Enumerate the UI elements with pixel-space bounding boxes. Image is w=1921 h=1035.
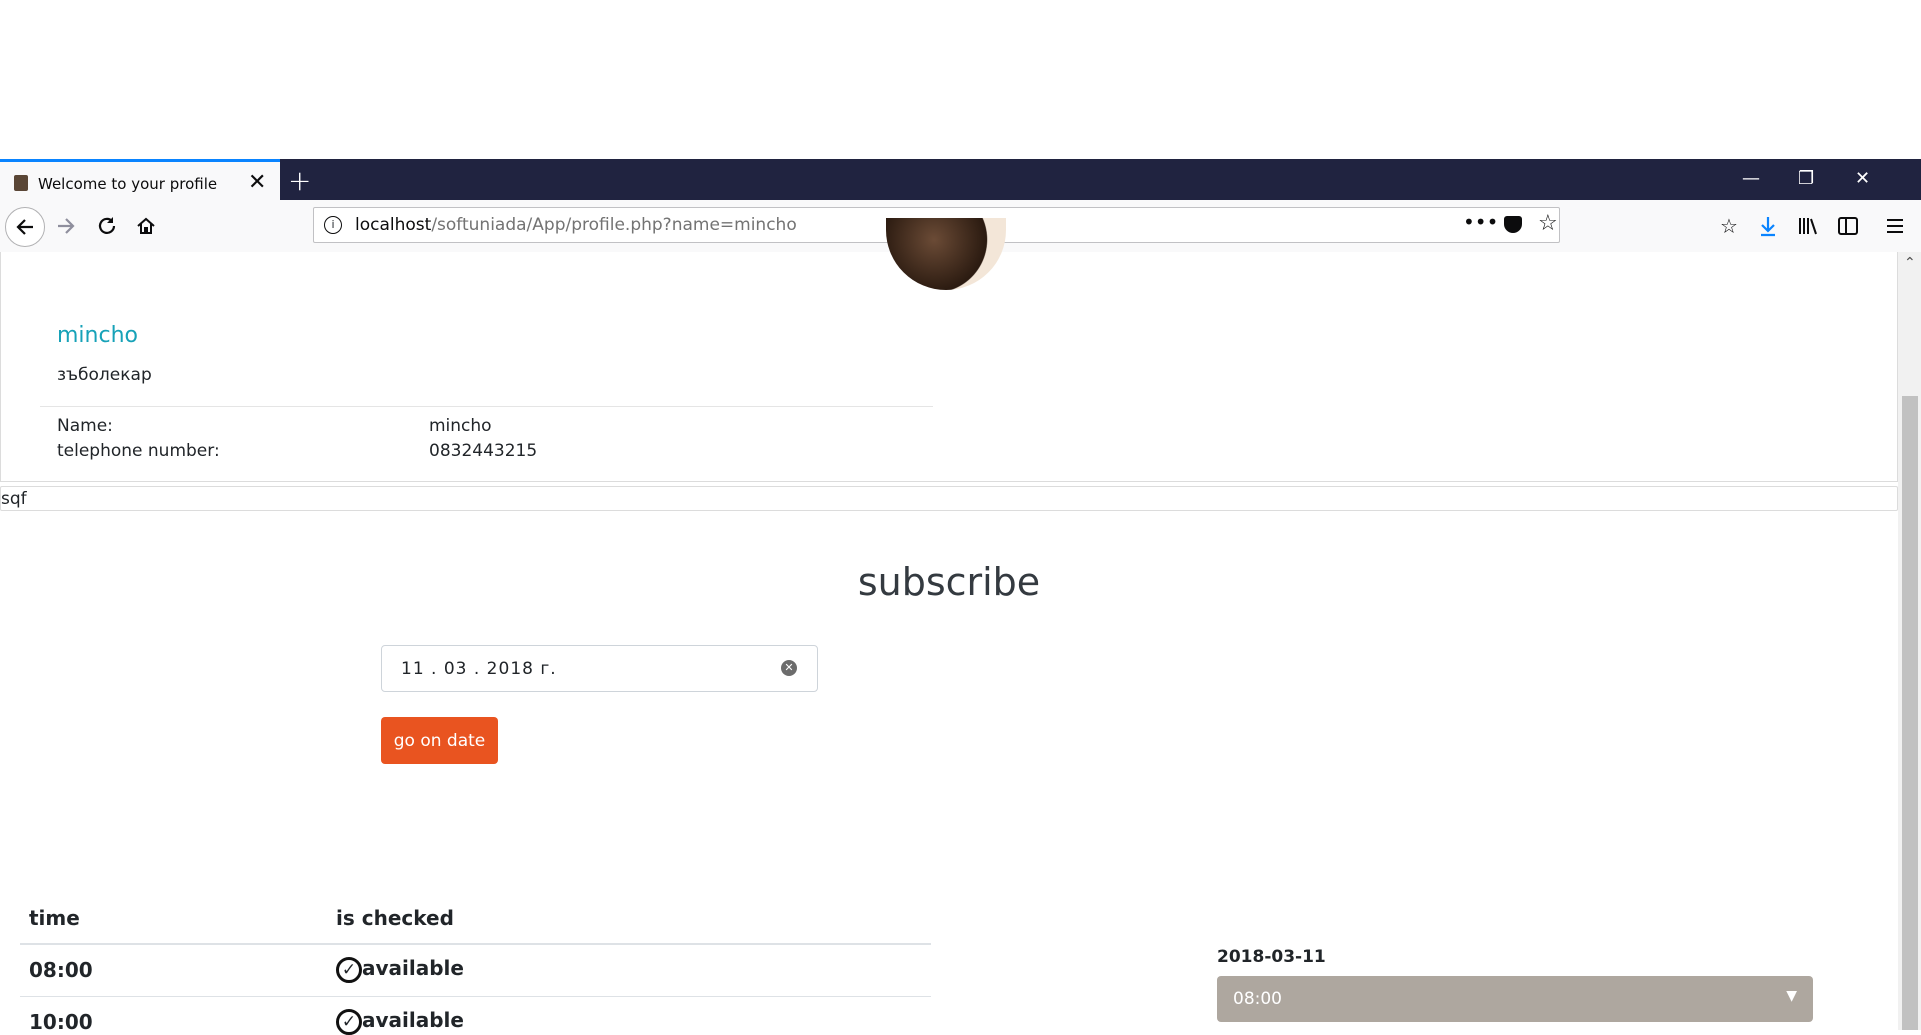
profession: зъболекар <box>57 365 152 385</box>
info-icon[interactable]: i <box>324 216 342 234</box>
note-text: sqf <box>1 489 27 509</box>
url-host: localhost <box>355 215 432 235</box>
close-window-button[interactable]: ✕ <box>1855 168 1870 189</box>
chevron-down-icon: ▼ <box>1786 988 1797 1004</box>
field-label-phone: telephone number: <box>57 441 220 461</box>
table-cell-status: ✓ available <box>336 956 464 983</box>
table-header-time: time <box>29 906 80 930</box>
check-circle-icon: ✓ <box>336 956 362 983</box>
restore-button[interactable]: ❐ <box>1798 168 1814 189</box>
minimize-button[interactable]: — <box>1742 168 1760 189</box>
table-cell-status: ✓ available <box>336 1008 464 1035</box>
tab-active[interactable]: Welcome to your profile ✕ <box>0 159 280 200</box>
page-actions-icon[interactable]: ••• <box>1463 210 1498 234</box>
field-label-name: Name: <box>57 416 113 436</box>
forward-icon[interactable] <box>49 209 83 243</box>
url-path: /softuniada/App/profile.php?name=mincho <box>431 215 797 235</box>
field-value-name: mincho <box>429 416 492 436</box>
library-icon[interactable] <box>1791 209 1825 243</box>
tab-close-icon[interactable]: ✕ <box>248 170 266 195</box>
new-tab-button[interactable]: + <box>288 164 311 197</box>
table-cell-time: 10:00 <box>29 1010 93 1034</box>
status-text: available <box>362 956 464 980</box>
subscribe-title: subscribe <box>857 560 1041 604</box>
go-on-date-button[interactable]: go on date <box>381 717 498 764</box>
divider <box>40 406 933 407</box>
tab-title: Welcome to your profile <box>38 175 218 193</box>
profile-name: mincho <box>57 323 138 348</box>
status-text: available <box>362 1008 464 1032</box>
date-value: 11 . 03 . 2018 г. <box>401 659 557 679</box>
clear-icon[interactable]: ✕ <box>781 660 797 676</box>
home-icon[interactable] <box>129 209 163 243</box>
scroll-up-icon[interactable]: ⌃ <box>1904 255 1916 271</box>
time-select[interactable]: 08:00 ▼ <box>1217 976 1813 1022</box>
check-circle-icon: ✓ <box>336 1008 362 1035</box>
booking-date: 2018-03-11 <box>1217 947 1326 967</box>
reload-icon[interactable] <box>89 209 123 243</box>
favicon-icon <box>14 175 28 191</box>
table-row-divider <box>20 996 931 997</box>
note-box <box>0 486 1898 511</box>
scrollbar-thumb[interactable] <box>1902 396 1918 1030</box>
field-value-phone: 0832443215 <box>429 441 538 461</box>
bookmarks-icon[interactable]: ☆ <box>1712 209 1746 243</box>
bookmark-star-icon[interactable]: ☆ <box>1538 211 1558 236</box>
pocket-icon[interactable] <box>1504 216 1522 233</box>
table-cell-time: 08:00 <box>29 958 93 982</box>
table-header-divider <box>20 943 931 945</box>
downloads-icon[interactable] <box>1751 209 1785 243</box>
sidebar-icon[interactable] <box>1831 209 1865 243</box>
time-select-value: 08:00 <box>1233 989 1282 1009</box>
url-text: localhost/softuniada/App/profile.php?nam… <box>355 215 797 235</box>
back-icon[interactable] <box>5 207 45 247</box>
menu-icon[interactable] <box>1878 209 1912 243</box>
table-header-checked: is checked <box>336 906 454 930</box>
date-input[interactable]: 11 . 03 . 2018 г. ✕ <box>381 645 818 692</box>
